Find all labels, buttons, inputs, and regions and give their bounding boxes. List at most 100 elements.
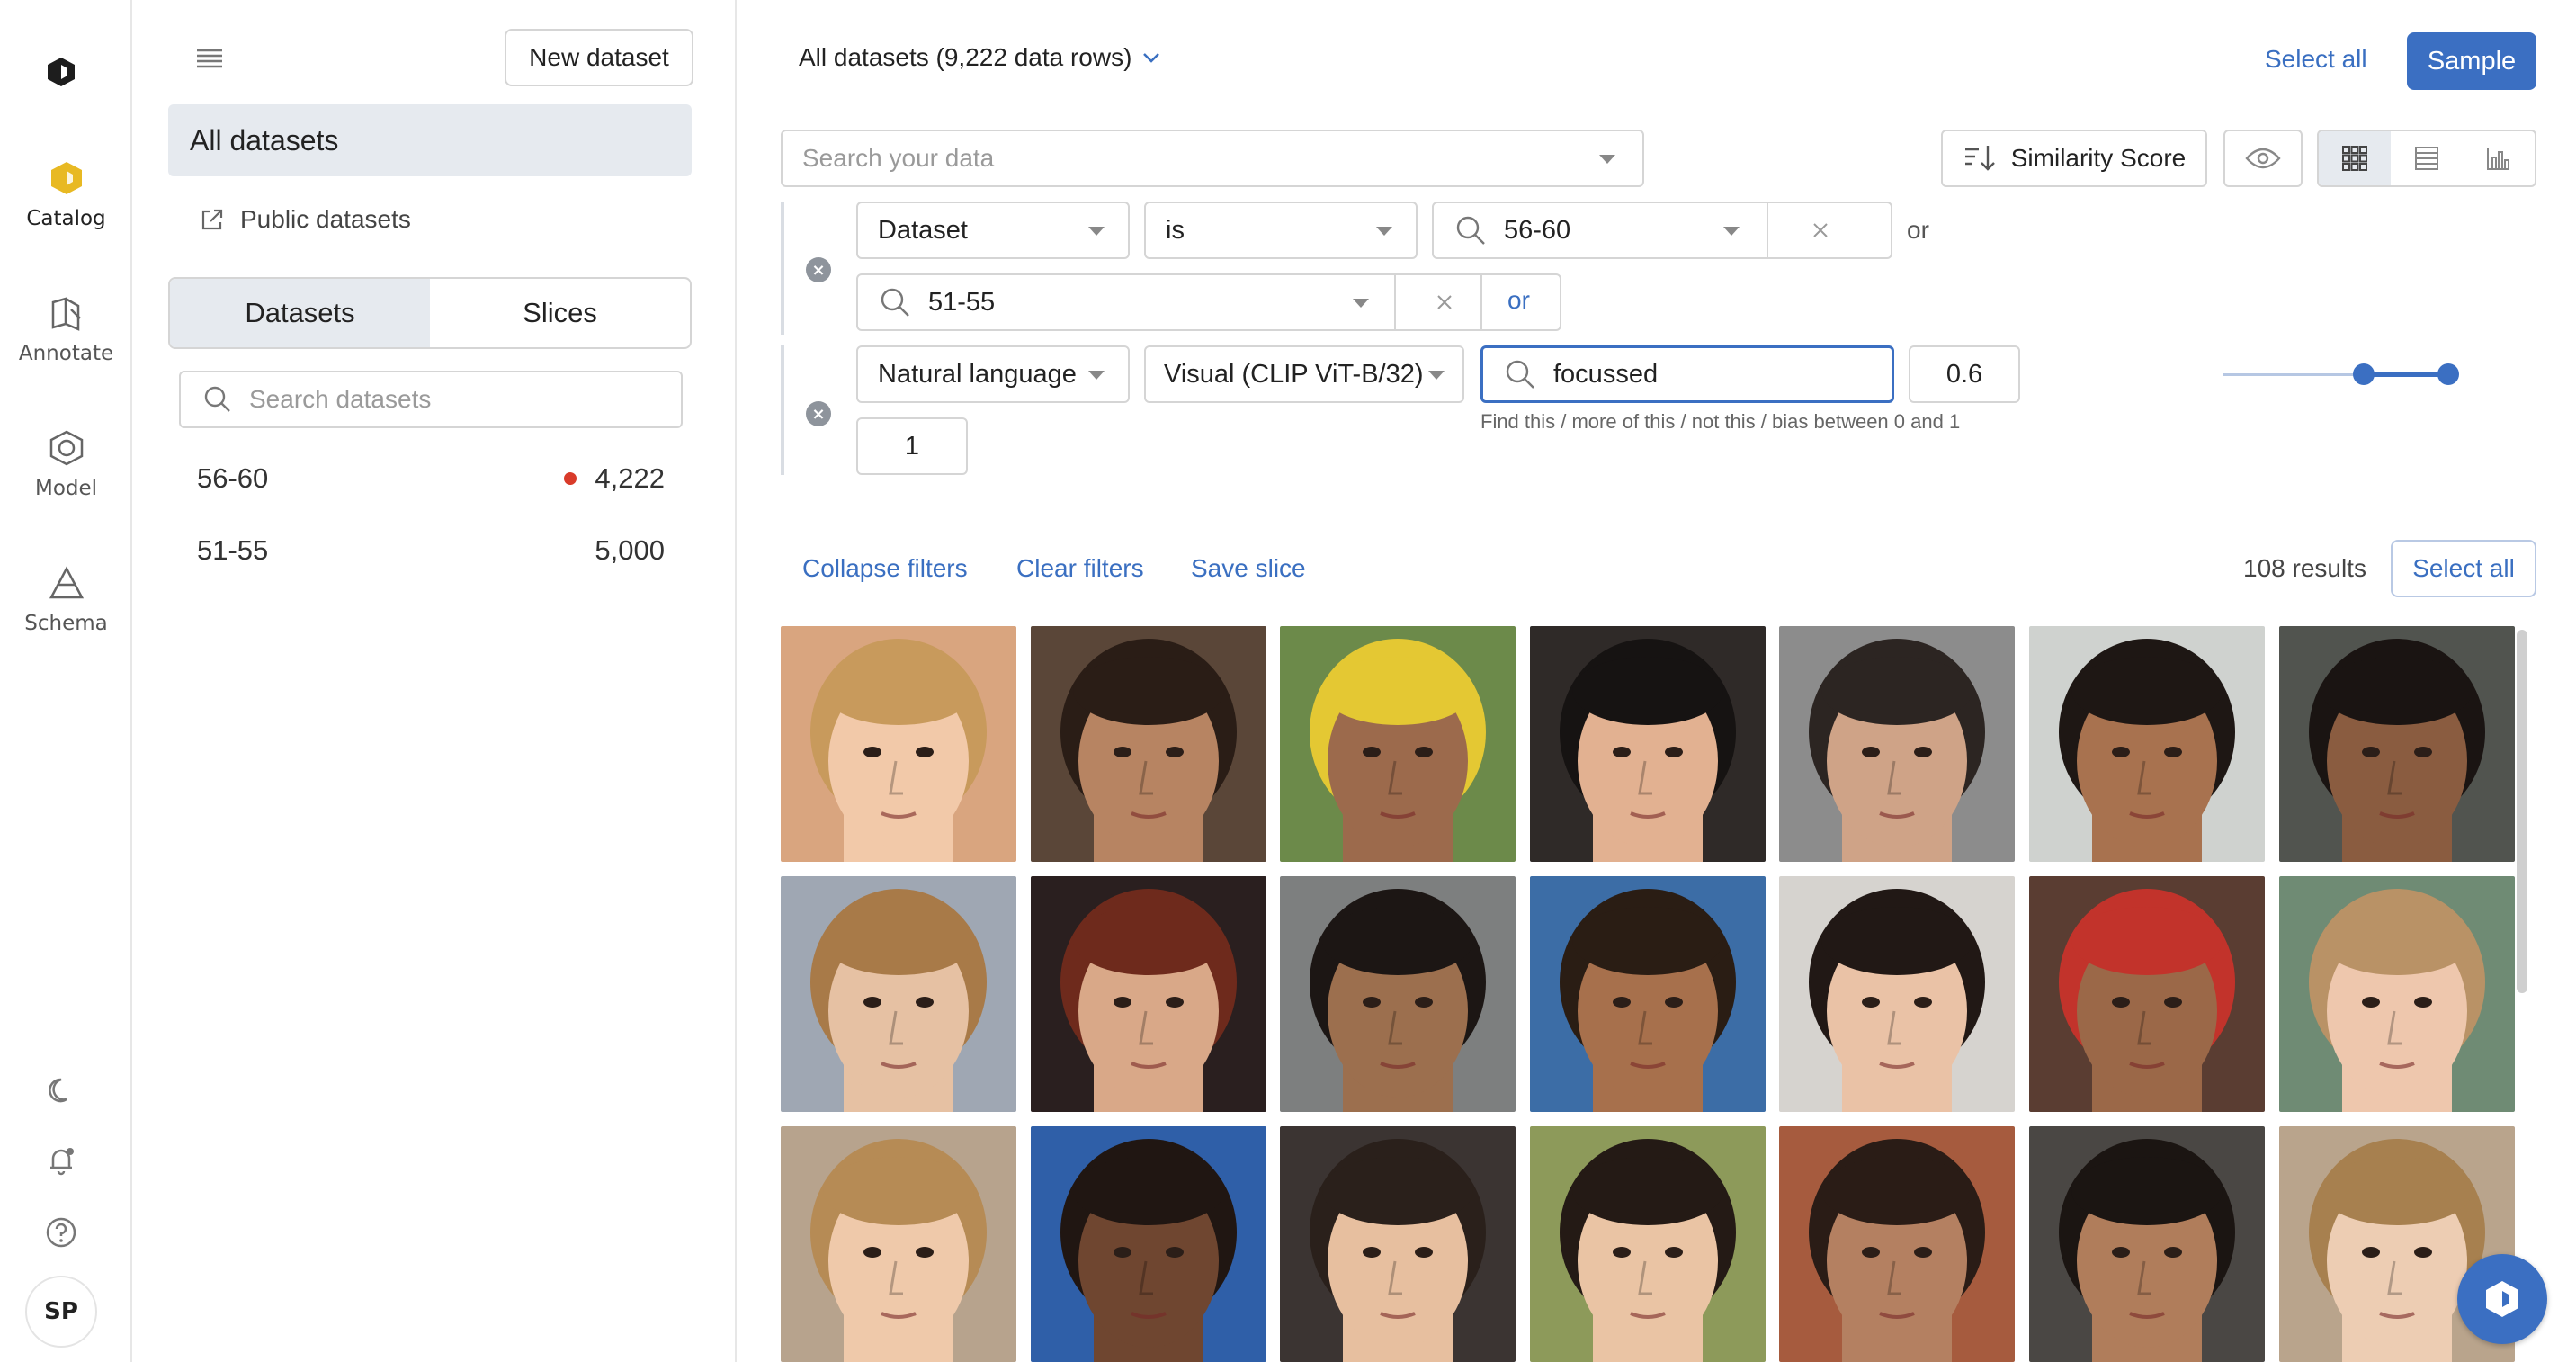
chart-view-button[interactable] (2463, 131, 2535, 185)
filter-value-select[interactable]: 56-60 (1432, 202, 1892, 259)
results-count: 108 results (2243, 554, 2366, 582)
schema-icon (49, 566, 84, 599)
tab-datasets[interactable]: Datasets (170, 279, 430, 347)
image-thumbnail[interactable] (1280, 626, 1516, 862)
rail-item-schema[interactable]: Schema (0, 563, 132, 635)
grid-view-button[interactable] (2319, 131, 2391, 185)
remove-filter-icon[interactable]: × (806, 401, 831, 426)
image-thumbnail[interactable] (1031, 876, 1266, 1112)
image-thumbnail[interactable] (2029, 876, 2265, 1112)
bell-icon[interactable] (43, 1142, 79, 1178)
caret-down-icon (1088, 227, 1105, 236)
dataset-row[interactable]: 56-60 4,222 (197, 459, 665, 498)
filter-value-select[interactable]: 51-55 or (856, 273, 1561, 331)
image-thumbnail[interactable] (2279, 876, 2515, 1112)
dataset-row[interactable]: 51-55 5,000 (197, 531, 665, 570)
dataset-count: 4,222 (595, 462, 665, 494)
image-thumbnail[interactable] (1280, 1126, 1516, 1362)
image-thumbnail[interactable] (2279, 626, 2515, 862)
similarity-score-sort-button[interactable]: Similarity Score (1941, 130, 2207, 187)
model-select[interactable]: Visual (CLIP ViT-B/32) (1144, 345, 1464, 403)
rail-item-annotate[interactable]: Annotate (0, 293, 132, 365)
threshold-input[interactable]: 0.6 (1909, 345, 2020, 403)
dataset-selector[interactable]: All datasets (9,222 data rows) (799, 43, 1162, 72)
clear-value-icon[interactable] (1436, 293, 1453, 311)
collapse-filters-link[interactable]: Collapse filters (802, 554, 968, 583)
similarity-score-label: Similarity Score (2010, 144, 2187, 172)
image-thumbnail[interactable] (2029, 626, 2265, 862)
filter-field-value: Natural language (878, 359, 1077, 389)
face-photo-icon (2029, 1126, 2265, 1362)
search-dropdown-caret-icon[interactable] (1599, 155, 1615, 164)
list-icon (2415, 147, 2438, 170)
image-thumbnail[interactable] (781, 876, 1016, 1112)
rail-item-catalog[interactable]: Catalog (0, 158, 132, 230)
select-all-results-button[interactable]: Select all (2391, 540, 2536, 597)
face-photo-icon (1530, 876, 1766, 1112)
weight-input[interactable]: 1 (856, 417, 968, 475)
or-button[interactable]: or (1507, 286, 1530, 315)
filter-value-text: 56-60 (1504, 215, 1571, 245)
dataset-search-placeholder: Search datasets (249, 385, 432, 413)
image-thumbnail[interactable] (781, 626, 1016, 862)
slider-max-handle[interactable] (2437, 363, 2459, 385)
filter-group-bar (781, 345, 784, 475)
list-view-button[interactable] (2391, 131, 2463, 185)
model-icon (49, 430, 83, 466)
data-search-input[interactable]: Search your data (781, 130, 1644, 187)
sample-button[interactable]: Sample (2407, 32, 2536, 90)
remove-filter-icon[interactable]: × (806, 257, 831, 282)
slider-min-handle[interactable] (2353, 363, 2375, 385)
caret-down-icon (1088, 371, 1105, 380)
image-thumbnail[interactable] (2029, 1126, 2265, 1362)
new-dataset-button[interactable]: New dataset (505, 29, 693, 86)
filter-field-select[interactable]: Natural language (856, 345, 1130, 403)
dataset-search-input[interactable]: Search datasets (179, 371, 683, 428)
face-photo-icon (1280, 626, 1516, 862)
image-thumbnail[interactable] (1530, 626, 1766, 862)
search-icon (881, 288, 909, 317)
image-thumbnail[interactable] (1530, 876, 1766, 1112)
image-thumbnail[interactable] (1779, 876, 2015, 1112)
grid-scrollbar[interactable] (2517, 630, 2527, 993)
dataset-selector-label: All datasets (9,222 data rows) (799, 43, 1132, 71)
clear-filters-link[interactable]: Clear filters (1016, 554, 1144, 583)
image-thumbnail[interactable] (1530, 1126, 1766, 1362)
public-datasets-link[interactable]: Public datasets (199, 202, 411, 237)
face-photo-icon (1779, 876, 2015, 1112)
select-all-link[interactable]: Select all (2265, 45, 2367, 74)
divider (1767, 203, 1768, 257)
hamburger-menu-icon[interactable] (193, 45, 226, 72)
image-thumbnail[interactable] (1031, 1126, 1266, 1362)
filter-group-bar (781, 202, 784, 335)
filter-operator-value: is (1166, 215, 1185, 245)
face-photo-icon (2279, 626, 2515, 862)
public-datasets-label: Public datasets (240, 205, 411, 233)
help-icon[interactable] (43, 1214, 79, 1250)
app-logo-icon[interactable] (45, 56, 77, 88)
filter-operator-select[interactable]: is (1144, 202, 1418, 259)
visibility-toggle-button[interactable] (2223, 130, 2303, 187)
all-datasets-item[interactable]: All datasets (168, 104, 692, 176)
face-photo-icon (1031, 1126, 1266, 1362)
moon-icon[interactable] (43, 1072, 79, 1108)
image-thumbnail[interactable] (1779, 626, 2015, 862)
rail-item-model[interactable]: Model (0, 428, 132, 500)
tab-slices[interactable]: Slices (430, 279, 690, 347)
image-thumbnail[interactable] (1031, 626, 1266, 862)
face-photo-icon (781, 626, 1016, 862)
clear-value-icon[interactable] (1811, 221, 1829, 239)
assistant-button[interactable] (2457, 1254, 2547, 1344)
image-thumbnail[interactable] (1280, 876, 1516, 1112)
search-icon (204, 386, 230, 412)
save-slice-link[interactable]: Save slice (1191, 554, 1306, 583)
natural-language-query-input[interactable]: focussed (1480, 345, 1894, 403)
image-thumbnail[interactable] (1779, 1126, 2015, 1362)
image-thumbnail[interactable] (781, 1126, 1016, 1362)
face-photo-icon (2029, 626, 2265, 862)
caret-down-icon (1376, 227, 1392, 236)
face-photo-icon (781, 1126, 1016, 1362)
user-avatar[interactable]: SP (25, 1276, 97, 1348)
filter-field-select[interactable]: Dataset (856, 202, 1130, 259)
divider (1394, 275, 1396, 329)
